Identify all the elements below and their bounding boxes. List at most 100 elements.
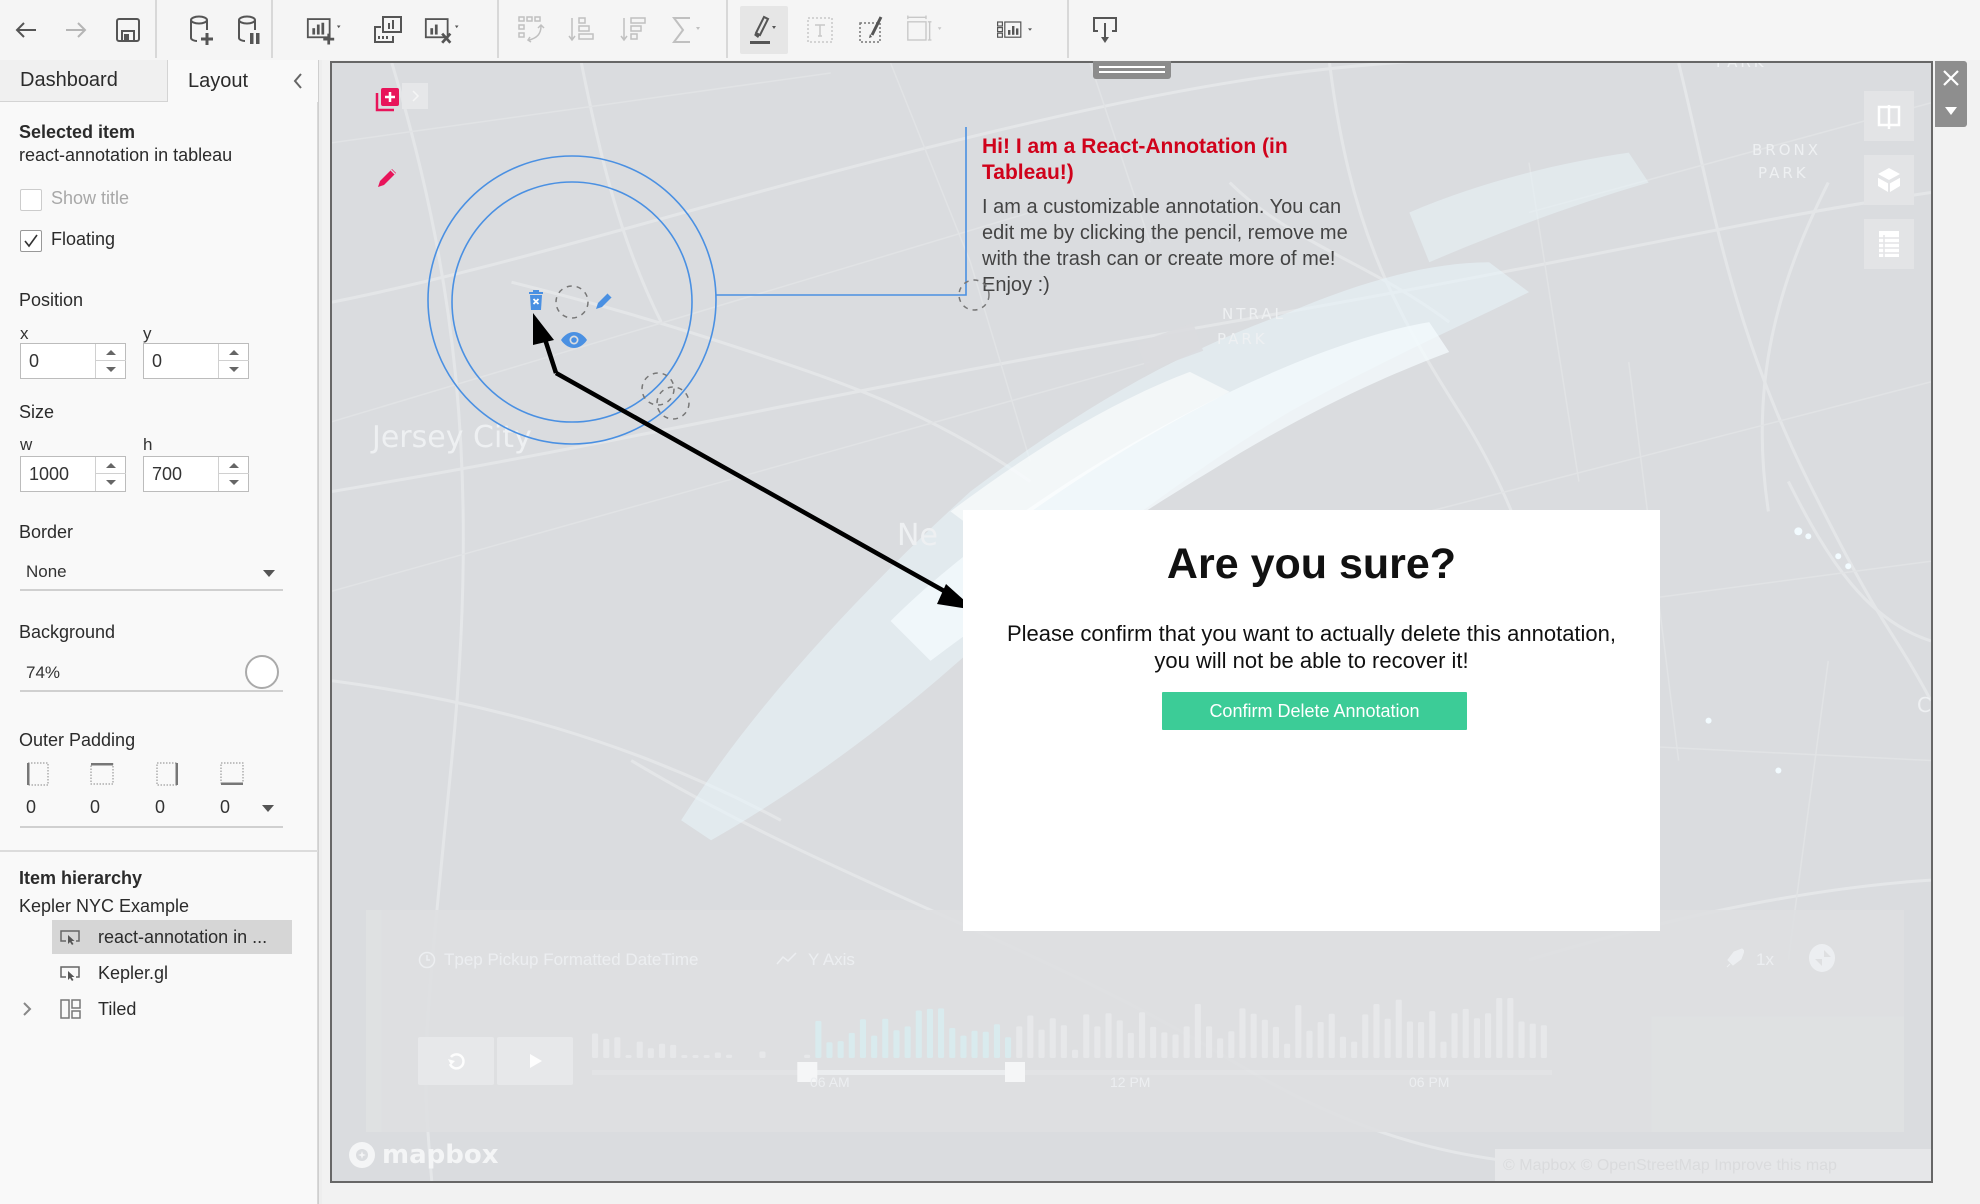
histogram-bar — [1194, 1004, 1201, 1058]
text-labels-button[interactable] — [800, 10, 840, 50]
move-frame-handle[interactable] — [1093, 61, 1171, 79]
floating-checkbox[interactable] — [20, 230, 42, 252]
sort-descending-button[interactable] — [614, 10, 654, 50]
decrement-button[interactable] — [96, 474, 126, 491]
fit-icon — [907, 15, 942, 41]
chevron-right-icon — [23, 1002, 32, 1016]
play-button[interactable] — [497, 1037, 573, 1085]
histogram-bar — [1295, 1005, 1302, 1058]
hierarchy-item-label: Tiled — [98, 998, 137, 1019]
histogram-bar — [1127, 1032, 1134, 1058]
collapse-timeline-button[interactable] — [1809, 944, 1835, 972]
decrement-button[interactable] — [219, 474, 249, 491]
increment-button[interactable] — [96, 457, 126, 474]
show-title-checkbox[interactable] — [20, 189, 42, 211]
histogram-bar — [603, 1038, 610, 1058]
histogram-bar — [1339, 1036, 1346, 1058]
tab-dashboard[interactable]: Dashboard — [0, 60, 168, 102]
expand-tiled-button[interactable] — [20, 1000, 34, 1018]
collapse-panel-button[interactable] — [288, 70, 308, 92]
edit-annotation-button[interactable] — [594, 289, 616, 311]
mapbox-icon — [349, 1142, 375, 1168]
hierarchy-item-label: Kepler.gl — [98, 962, 169, 983]
sort-ascending-button[interactable] — [562, 10, 602, 50]
redo-button[interactable] — [56, 10, 96, 50]
histogram-bar — [1083, 1014, 1090, 1058]
histogram-bar — [1161, 1032, 1168, 1058]
legend-button[interactable] — [1864, 219, 1914, 269]
3d-map-button[interactable] — [1864, 155, 1914, 205]
database-pause-icon — [238, 15, 260, 44]
background-color-swatch[interactable] — [245, 655, 279, 689]
hierarchy-root[interactable]: Kepler NYC Example — [19, 896, 189, 917]
padding-bottom-value[interactable]: 0 — [220, 797, 230, 818]
add-annotation-button[interactable] — [374, 85, 400, 112]
padding-underline — [20, 826, 283, 828]
padding-top-value[interactable]: 0 — [90, 797, 100, 818]
speed-label[interactable]: 1x — [1756, 950, 1774, 970]
split-map-button[interactable] — [1864, 91, 1914, 141]
decrement-button[interactable] — [219, 361, 249, 378]
annotation-title[interactable]: Hi! I am a React-Annotation (in Tableau!… — [982, 134, 1382, 186]
histogram-bar — [960, 1035, 967, 1058]
hierarchy-item-tiled[interactable]: Tiled — [52, 992, 292, 1026]
save-button[interactable] — [108, 10, 148, 50]
padding-left-value[interactable]: 0 — [26, 797, 36, 818]
caret-down-icon — [263, 570, 275, 577]
delete-annotation-button[interactable] — [526, 288, 546, 312]
highlighter-icon — [750, 15, 776, 44]
swap-rows-columns-button[interactable] — [512, 10, 552, 50]
increment-button[interactable] — [219, 344, 249, 361]
remove-frame-button[interactable] — [1935, 61, 1967, 94]
toolbar-separator — [1067, 0, 1069, 58]
present-button[interactable] — [1085, 10, 1125, 50]
show-me-icon — [997, 21, 1032, 38]
duplicate-sheet-button[interactable] — [368, 10, 408, 50]
reset-button[interactable] — [418, 1037, 494, 1085]
padding-dropdown-caret[interactable] — [262, 805, 274, 812]
new-worksheet-button[interactable] — [306, 10, 346, 50]
tab-layout-label: Layout — [188, 69, 249, 92]
decrement-button[interactable] — [96, 361, 126, 378]
border-value: None — [26, 562, 67, 581]
y-axis-label[interactable]: Y Axis — [808, 950, 855, 970]
position-x-input[interactable] — [21, 344, 95, 378]
map-attribution[interactable]: © Mapbox © OpenStreetMap Improve this ma… — [1495, 1149, 1931, 1181]
position-y-input[interactable] — [144, 344, 218, 378]
annotation-body[interactable]: I am a customizable annotation. You can … — [982, 194, 1372, 298]
highlight-button[interactable] — [740, 6, 788, 54]
format-workbook-button[interactable] — [852, 10, 892, 50]
undo-button[interactable] — [6, 10, 46, 50]
frame-controls — [1935, 61, 1967, 127]
time-field-label[interactable]: Tpep Pickup Formatted DateTime — [444, 950, 698, 970]
mapbox-logo[interactable]: mapbox — [347, 1140, 499, 1170]
confirm-delete-button[interactable]: Confirm Delete Annotation — [1162, 692, 1467, 730]
show-me-button[interactable] — [996, 10, 1036, 50]
toggle-annotation-visibility-button[interactable] — [560, 331, 588, 349]
background-control[interactable]: 74% — [20, 655, 283, 692]
size-w-input[interactable] — [21, 457, 95, 491]
new-data-source-button[interactable] — [182, 10, 222, 50]
edit-mode-button[interactable] — [374, 165, 400, 191]
border-dropdown[interactable]: None — [20, 555, 283, 591]
hierarchy-item-react-annotation[interactable]: react-annotation in ... — [52, 920, 292, 954]
show-title-label: Show title — [51, 188, 130, 208]
fit-button[interactable] — [906, 10, 946, 50]
size-h-input[interactable] — [144, 457, 218, 491]
clear-sheet-button[interactable] — [424, 10, 464, 50]
hierarchy-item-kepler[interactable]: Kepler.gl — [52, 956, 292, 990]
pause-auto-updates-button[interactable] — [230, 10, 270, 50]
histogram-bar — [1228, 1031, 1235, 1058]
range-slider-track[interactable] — [592, 1070, 1552, 1075]
padding-right-value[interactable]: 0 — [155, 797, 165, 818]
frame-menu-button[interactable] — [1935, 94, 1967, 127]
totals-button[interactable] — [668, 10, 708, 50]
histogram-bar — [915, 1010, 922, 1058]
panel-resize-handle[interactable] — [318, 60, 322, 1204]
range-handle-end[interactable] — [1005, 1062, 1025, 1082]
padding-left-icon — [27, 762, 49, 786]
expand-controls-button[interactable] — [402, 83, 428, 109]
increment-button[interactable] — [96, 344, 126, 361]
border-heading: Border — [19, 522, 74, 542]
increment-button[interactable] — [219, 457, 249, 474]
